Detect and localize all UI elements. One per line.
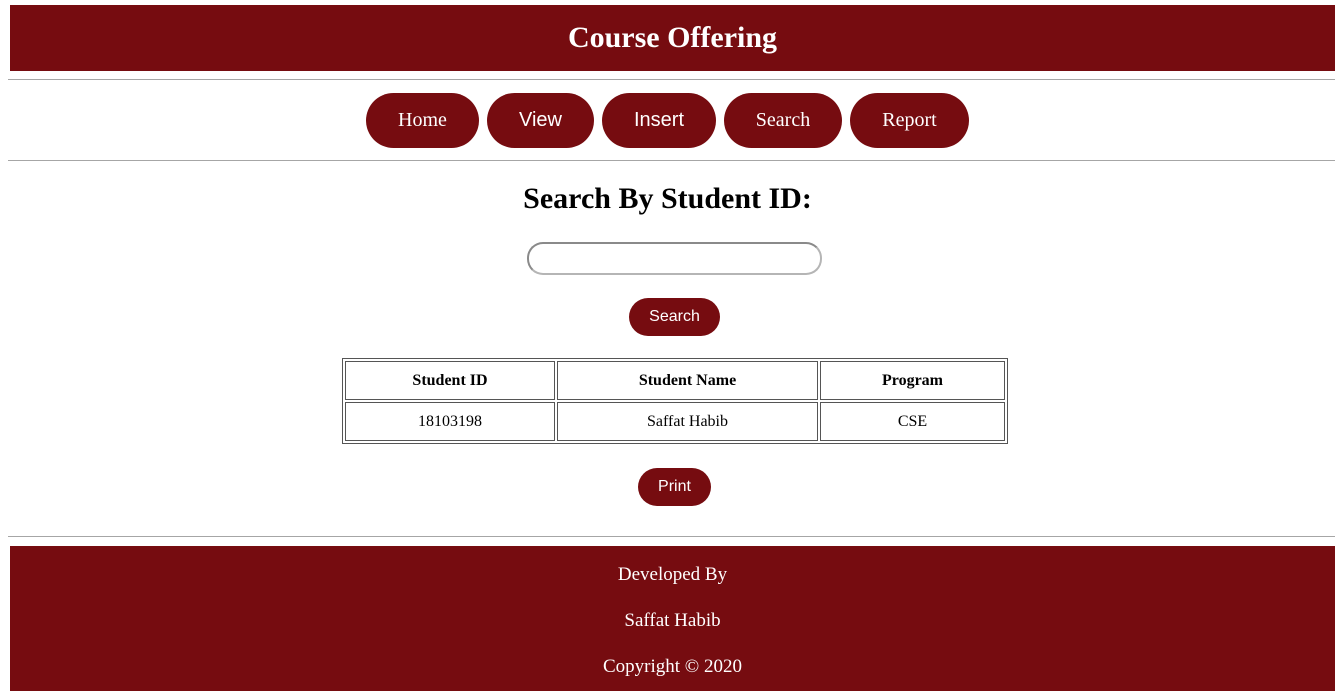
table-row: 18103198 Saffat Habib CSE <box>345 402 1005 441</box>
footer-developer-name: Saffat Habib <box>624 610 721 631</box>
footer-developed-by: Developed By <box>617 564 728 585</box>
nav-view-button[interactable]: View <box>487 93 594 148</box>
nav-search-button[interactable]: Search <box>724 93 842 148</box>
nav-home-button[interactable]: Home <box>366 93 479 148</box>
cell-student-name: Saffat Habib <box>557 402 818 441</box>
results-table: Student ID Student Name Program 18103198… <box>342 358 1008 444</box>
student-id-input[interactable] <box>527 242 822 275</box>
search-heading: Search By Student ID: <box>523 182 812 215</box>
column-header-student-name: Student Name <box>557 361 818 400</box>
footer: Developed By Saffat Habib Copyright © 20… <box>10 546 1335 691</box>
search-button[interactable]: Search <box>629 298 720 336</box>
page-title: Course Offering <box>567 21 778 54</box>
divider-nav <box>8 160 1335 161</box>
cell-program: CSE <box>820 402 1005 441</box>
footer-copyright: Copyright © 2020 <box>603 656 742 677</box>
divider-top <box>8 79 1335 80</box>
table-header-row: Student ID Student Name Program <box>345 361 1005 400</box>
header-banner: Course Offering <box>10 5 1335 71</box>
nav-report-button[interactable]: Report <box>850 93 969 148</box>
divider-bottom <box>8 536 1335 537</box>
cell-student-id: 18103198 <box>345 402 555 441</box>
print-button[interactable]: Print <box>638 468 711 506</box>
column-header-program: Program <box>820 361 1005 400</box>
column-header-student-id: Student ID <box>345 361 555 400</box>
main-nav: Home View Insert Search Report <box>0 93 1335 148</box>
nav-insert-button[interactable]: Insert <box>602 93 716 148</box>
